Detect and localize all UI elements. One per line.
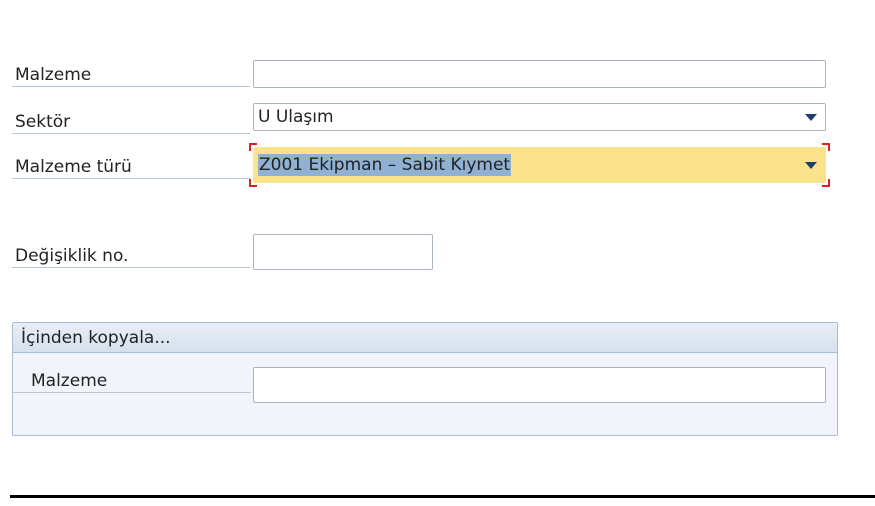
copy-from-group: İçinden kopyala... Malzeme bbox=[12, 322, 838, 436]
material-type-dropdown[interactable]: Z001 Ekipman – Sabit Kıymet bbox=[249, 143, 830, 187]
focus-corner bbox=[822, 143, 830, 151]
sector-label: Sektör bbox=[12, 108, 250, 134]
chevron-down-icon[interactable] bbox=[805, 162, 817, 169]
material-input[interactable] bbox=[253, 60, 826, 88]
material-type-value: Z001 Ekipman – Sabit Kıymet bbox=[258, 154, 512, 176]
copy-material-label: Malzeme bbox=[13, 367, 251, 393]
copy-material-row: Malzeme bbox=[13, 367, 255, 393]
material-type-label: Malzeme türü bbox=[12, 153, 250, 179]
sector-value: U Ulaşım bbox=[258, 107, 334, 127]
focus-corner bbox=[249, 143, 257, 151]
material-label: Malzeme bbox=[12, 61, 250, 87]
change-number-label: Değişiklik no. bbox=[12, 242, 250, 268]
sector-dropdown[interactable]: U Ulaşım bbox=[253, 103, 826, 131]
bottom-divider bbox=[10, 495, 875, 498]
chevron-down-icon[interactable] bbox=[805, 114, 817, 121]
copy-material-input[interactable] bbox=[253, 367, 826, 403]
focus-corner bbox=[249, 179, 257, 187]
change-number-input[interactable] bbox=[253, 234, 433, 270]
copy-from-title: İçinden kopyala... bbox=[13, 323, 837, 353]
focus-corner bbox=[822, 179, 830, 187]
